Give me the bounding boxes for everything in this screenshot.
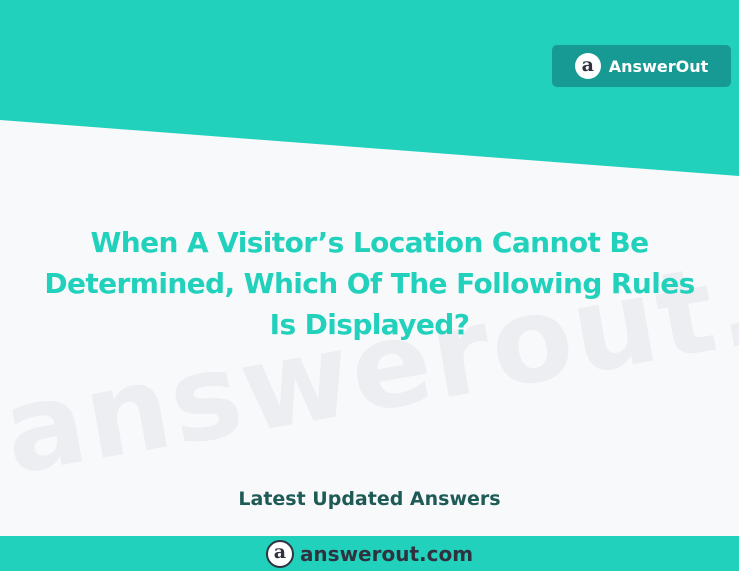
logo-letter: a — [581, 53, 594, 76]
answerout-logo-icon: a — [574, 53, 601, 79]
question-line-2: Determined, Which Of The Following Rules — [44, 267, 695, 300]
question-title: When A Visitor’s Location Cannot Be Dete… — [0, 222, 739, 345]
footer-logo-icon: a — [265, 539, 294, 568]
header-teal-shape — [0, 0, 739, 176]
brand-badge-label: AnswerOut — [608, 56, 709, 76]
latest-answers-subtitle: Latest Updated Answers — [238, 488, 501, 510]
footer-site-link[interactable]: answerout.com — [300, 542, 473, 566]
question-line-3: Is Displayed? — [269, 308, 470, 341]
brand-badge[interactable]: a AnswerOut — [552, 45, 731, 87]
question-line-1: When A Visitor’s Location Cannot Be — [90, 226, 649, 259]
footer-logo-letter: a — [273, 541, 287, 563]
footer-bar: a answerout.com — [0, 536, 739, 571]
